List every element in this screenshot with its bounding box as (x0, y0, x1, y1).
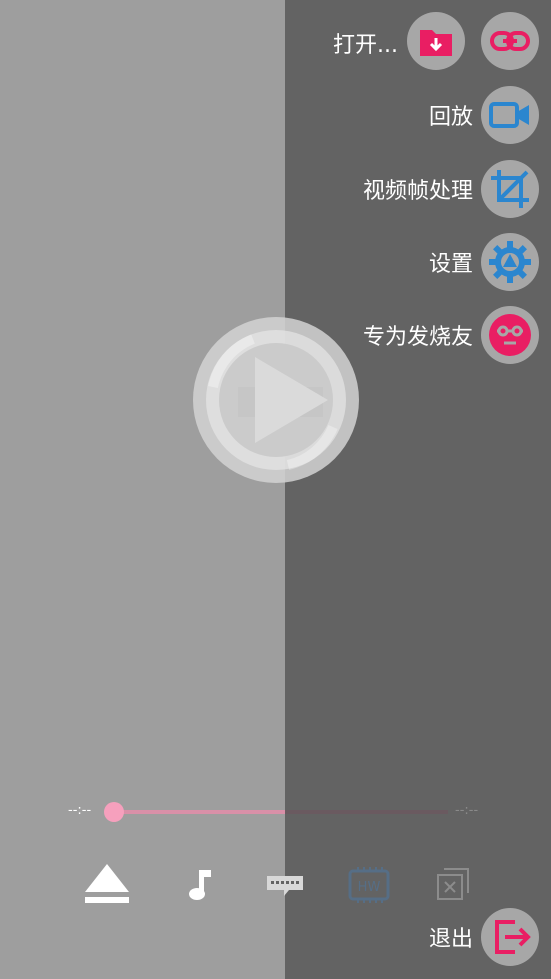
open-file-button[interactable] (407, 12, 465, 70)
face-icon (489, 314, 531, 356)
video-camera-icon (489, 102, 529, 128)
playback-label: 回放 (428, 105, 473, 130)
eject-icon (85, 864, 129, 903)
menu-panel (285, 0, 551, 979)
seek-bar[interactable] (114, 810, 448, 814)
exit-item[interactable]: 退出 (429, 908, 539, 966)
close-window-icon (437, 868, 469, 900)
playback-item[interactable]: 回放 (429, 86, 539, 144)
hw-decoder-button[interactable]: HW (346, 866, 392, 904)
eject-button[interactable] (84, 862, 130, 906)
hw-decoder-icon: HW (348, 867, 390, 903)
subtitle-button[interactable] (265, 872, 305, 900)
enthusiast-item[interactable]: 专为发烧友 (363, 306, 539, 364)
frame-processing-label: 视频帧处理 (362, 179, 473, 204)
time-total: --:-- (455, 803, 479, 818)
exit-icon (495, 920, 531, 954)
open-label[interactable]: 打开... (333, 27, 398, 59)
settings-label: 设置 (428, 252, 473, 277)
settings-item[interactable]: 设置 (429, 233, 539, 291)
folder-download-icon (420, 30, 452, 56)
hw-label: HW (358, 880, 381, 895)
video-area[interactable] (0, 0, 285, 979)
close-window-button[interactable] (436, 867, 470, 901)
link-button[interactable] (481, 12, 539, 70)
gear-icon (489, 241, 531, 283)
time-elapsed: --:-- (68, 803, 92, 818)
crop-icon (491, 170, 529, 208)
play-logo-icon[interactable] (193, 317, 359, 483)
enthusiast-label: 专为发烧友 (362, 325, 473, 350)
link-icon (490, 31, 530, 51)
exit-label: 退出 (428, 927, 473, 952)
audio-track-button[interactable] (186, 866, 214, 902)
frame-processing-item[interactable]: 视频帧处理 (363, 160, 539, 218)
seek-thumb[interactable] (104, 802, 124, 822)
music-note-icon (189, 870, 211, 900)
subtitle-icon (267, 876, 303, 896)
